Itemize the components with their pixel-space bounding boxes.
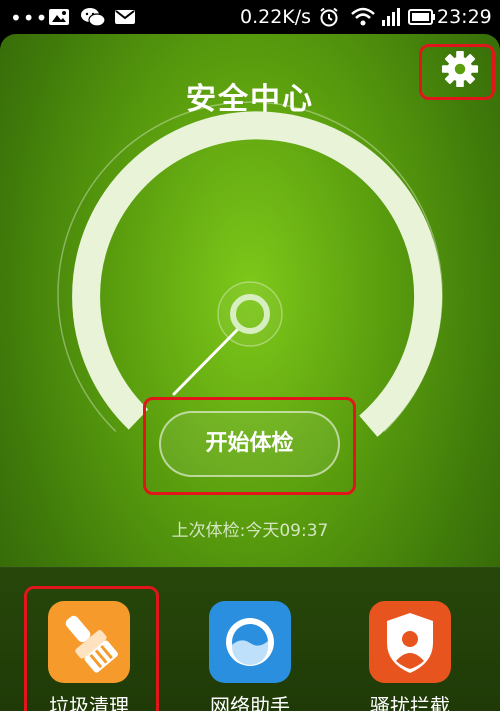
network-speed: 0.22K/s: [240, 6, 312, 28]
security-center-screen: 安全中心 开始体检 上次体检:今天09:37 垃圾清理 网络助手 骚扰拦截: [0, 34, 500, 711]
alarm-icon: [320, 7, 338, 27]
tools-panel: 垃圾清理 网络助手 骚扰拦截: [0, 567, 500, 711]
network-icon: [226, 618, 274, 666]
mail-icon: [115, 10, 135, 24]
status-bar: ••• 0.22K/s 23:29: [0, 0, 500, 34]
highlight-box: [143, 397, 356, 495]
wifi-icon: [351, 7, 375, 26]
wechat-icon: [81, 8, 106, 27]
highlight-box: [24, 586, 159, 711]
harassment-block-tile[interactable]: [369, 601, 451, 683]
network-assistant-label[interactable]: 网络助手: [185, 690, 315, 711]
gauge-needle: [172, 327, 240, 396]
gallery-icon: [49, 9, 69, 25]
more-dots: •••: [10, 6, 49, 30]
network-assistant-tile[interactable]: [209, 601, 291, 683]
clock: 23:29: [437, 6, 492, 28]
shield-user-icon: [387, 613, 433, 673]
battery-icon: [408, 9, 435, 25]
last-check-time: 上次体检:今天09:37: [171, 521, 329, 541]
harassment-block-label[interactable]: 骚扰拦截: [345, 690, 475, 711]
signal-icon: [382, 8, 400, 26]
